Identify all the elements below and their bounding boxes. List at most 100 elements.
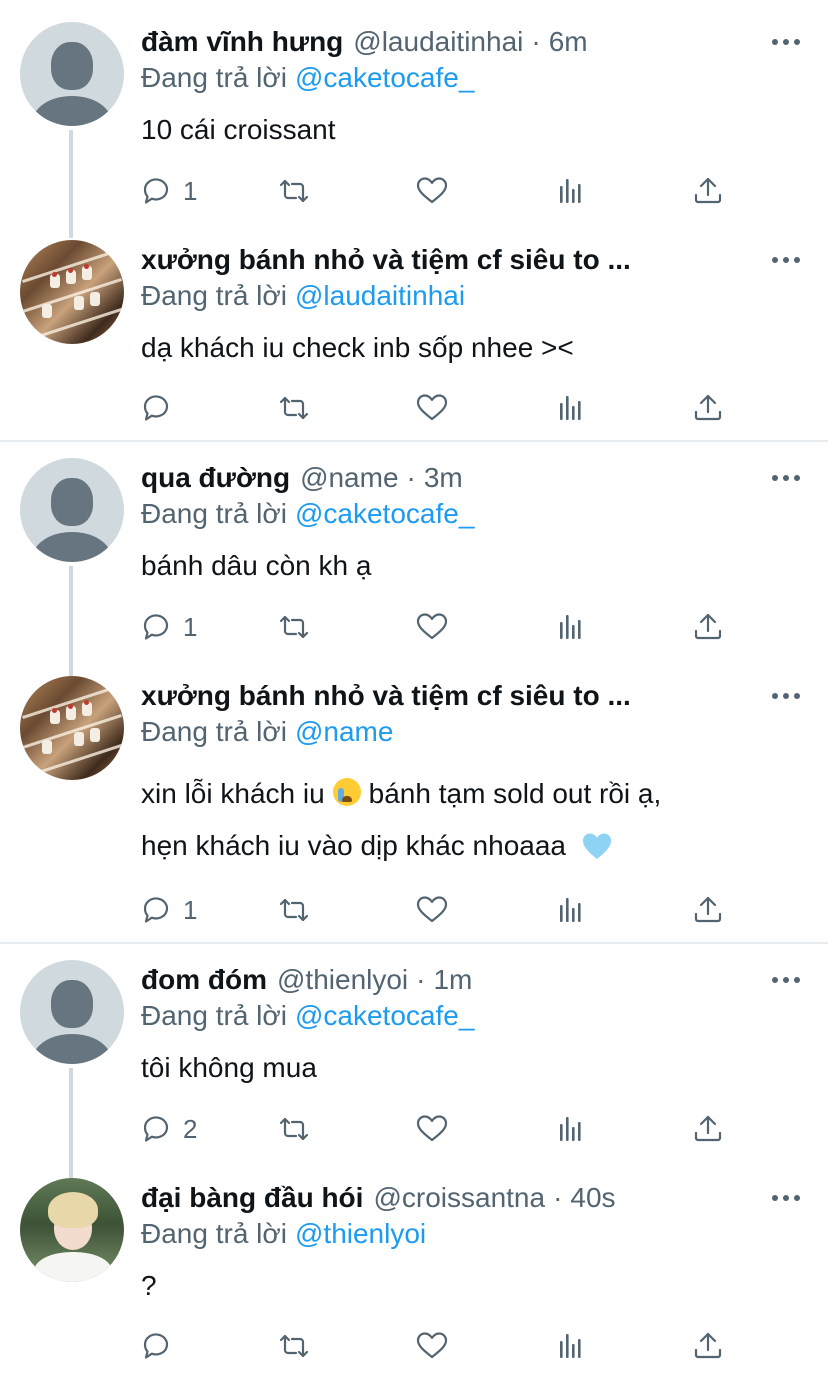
more-icon[interactable]: [772, 458, 800, 498]
light-blue-heart-emoji: [582, 833, 611, 859]
display-name[interactable]: qua đường: [141, 462, 290, 494]
reply-button[interactable]: [141, 388, 175, 428]
tweet-actions: 1: [141, 171, 741, 211]
analytics-button[interactable]: [554, 890, 588, 930]
tweet-text-part: bánh tạm sold out rồi ạ,: [368, 778, 662, 809]
tweet-header: đàm vĩnh hưng @laudaitinhai · 6m: [141, 22, 588, 62]
display-name[interactable]: xưởng bánh nhỏ và tiệm cf siêu to ...: [141, 680, 631, 712]
person-avatar[interactable]: [20, 1178, 124, 1282]
timestamp[interactable]: 6m: [549, 26, 588, 58]
share-button[interactable]: [691, 1326, 725, 1366]
bakery-avatar[interactable]: [20, 676, 124, 780]
tweet-actions: 2: [141, 1109, 741, 1149]
like-button[interactable]: [415, 1326, 449, 1366]
reply-icon: [143, 897, 169, 923]
tweet-actions: 1: [141, 607, 741, 647]
display-name[interactable]: đàm vĩnh hưng: [141, 26, 343, 58]
share-button[interactable]: [691, 388, 725, 428]
mention-link[interactable]: @laudaitinhai: [295, 280, 465, 311]
default-avatar[interactable]: [20, 960, 124, 1064]
timestamp[interactable]: 3m: [424, 462, 463, 494]
retweet-button[interactable]: [277, 890, 311, 930]
more-icon[interactable]: [772, 676, 800, 716]
analytics-button[interactable]: [554, 607, 588, 647]
tweet-header: xưởng bánh nhỏ và tiệm cf siêu to ...: [141, 676, 631, 716]
replying-to: Đang trả lời @name: [141, 716, 393, 748]
user-handle[interactable]: @croissantna: [373, 1182, 545, 1214]
analytics-icon: [560, 898, 581, 922]
tweet-text-part: xin lỗi khách iu: [141, 778, 325, 809]
retweet-button[interactable]: [277, 388, 311, 428]
reply-icon: [143, 1333, 169, 1359]
display-name[interactable]: xưởng bánh nhỏ và tiệm cf siêu to ...: [141, 244, 631, 276]
replying-to-label: Đang trả lời: [141, 1218, 287, 1249]
user-handle[interactable]: @laudaitinhai: [353, 26, 523, 58]
reply-button[interactable]: [141, 1326, 175, 1366]
like-button[interactable]: [415, 388, 449, 428]
analytics-icon: [560, 396, 581, 420]
display-name[interactable]: đại bàng đầu hói: [141, 1182, 363, 1214]
display-name[interactable]: đom đóm: [141, 964, 267, 996]
retweet-button[interactable]: [277, 171, 311, 211]
analytics-icon: [560, 1117, 581, 1141]
tweet-text: tôi không mua: [141, 1052, 317, 1083]
replying-to: Đang trả lời @caketocafe_: [141, 498, 474, 530]
default-avatar[interactable]: [20, 458, 124, 562]
share-button[interactable]: [691, 1109, 725, 1149]
mention-link[interactable]: @caketocafe_: [295, 498, 474, 529]
reply-icon: [143, 178, 169, 204]
analytics-icon: [560, 179, 581, 203]
share-icon: [694, 896, 722, 923]
share-button[interactable]: [691, 171, 725, 211]
timestamp[interactable]: 40s: [570, 1182, 615, 1214]
analytics-button[interactable]: [554, 1109, 588, 1149]
mention-link[interactable]: @thienlyoi: [295, 1218, 426, 1249]
reply-button[interactable]: 1: [141, 607, 197, 647]
tweet[interactable]: xưởng bánh nhỏ và tiệm cf siêu to ... Đa…: [0, 220, 828, 440]
tweet[interactable]: đom đóm @thienlyoi · 1m Đang trả lời @cak…: [0, 944, 828, 1160]
reply-button[interactable]: 1: [141, 890, 197, 930]
analytics-button[interactable]: [554, 388, 588, 428]
tweet[interactable]: đại bàng đầu hói @croissantna · 40s Đang…: [0, 1160, 828, 1377]
like-icon: [416, 1115, 448, 1142]
reply-button[interactable]: 1: [141, 171, 197, 211]
retweet-icon: [279, 898, 309, 922]
retweet-icon: [279, 396, 309, 420]
retweet-button[interactable]: [277, 1109, 311, 1149]
like-button[interactable]: [415, 890, 449, 930]
mention-link[interactable]: @name: [295, 716, 393, 747]
analytics-button[interactable]: [554, 171, 588, 211]
reply-count: 1: [183, 175, 198, 206]
retweet-icon: [279, 179, 309, 203]
like-button[interactable]: [415, 607, 449, 647]
replying-to-label: Đang trả lời: [141, 498, 287, 529]
loudly-crying-face-emoji: [332, 778, 361, 806]
mention-link[interactable]: @caketocafe_: [295, 1000, 474, 1031]
analytics-button[interactable]: [554, 1326, 588, 1366]
more-icon[interactable]: [772, 240, 800, 280]
share-button[interactable]: [691, 890, 725, 930]
tweet-actions: 1: [141, 890, 741, 930]
reply-button[interactable]: 2: [141, 1109, 197, 1149]
more-icon[interactable]: [772, 960, 800, 1000]
user-handle[interactable]: @thienlyoi: [277, 964, 408, 996]
retweet-button[interactable]: [277, 1326, 311, 1366]
like-button[interactable]: [415, 171, 449, 211]
tweet[interactable]: qua đường @name · 3m Đang trả lời @caketo…: [0, 442, 828, 658]
tweet[interactable]: đàm vĩnh hưng @laudaitinhai · 6m Đang tr…: [0, 0, 828, 220]
replying-to: Đang trả lời @thienlyoi: [141, 1218, 426, 1250]
reply-icon: [143, 395, 169, 421]
default-avatar[interactable]: [20, 22, 124, 126]
user-handle[interactable]: @name: [300, 462, 398, 494]
retweet-button[interactable]: [277, 607, 311, 647]
bakery-avatar[interactable]: [20, 240, 124, 344]
like-button[interactable]: [415, 1109, 449, 1149]
timestamp[interactable]: 1m: [433, 964, 472, 996]
tweet[interactable]: xưởng bánh nhỏ và tiệm cf siêu to ... Đa…: [0, 658, 828, 940]
more-icon[interactable]: [772, 1178, 800, 1218]
more-icon[interactable]: [772, 22, 800, 62]
share-icon: [694, 613, 722, 640]
share-button[interactable]: [691, 607, 725, 647]
mention-link[interactable]: @caketocafe_: [295, 62, 474, 93]
replying-to: Đang trả lời @laudaitinhai: [141, 280, 465, 312]
